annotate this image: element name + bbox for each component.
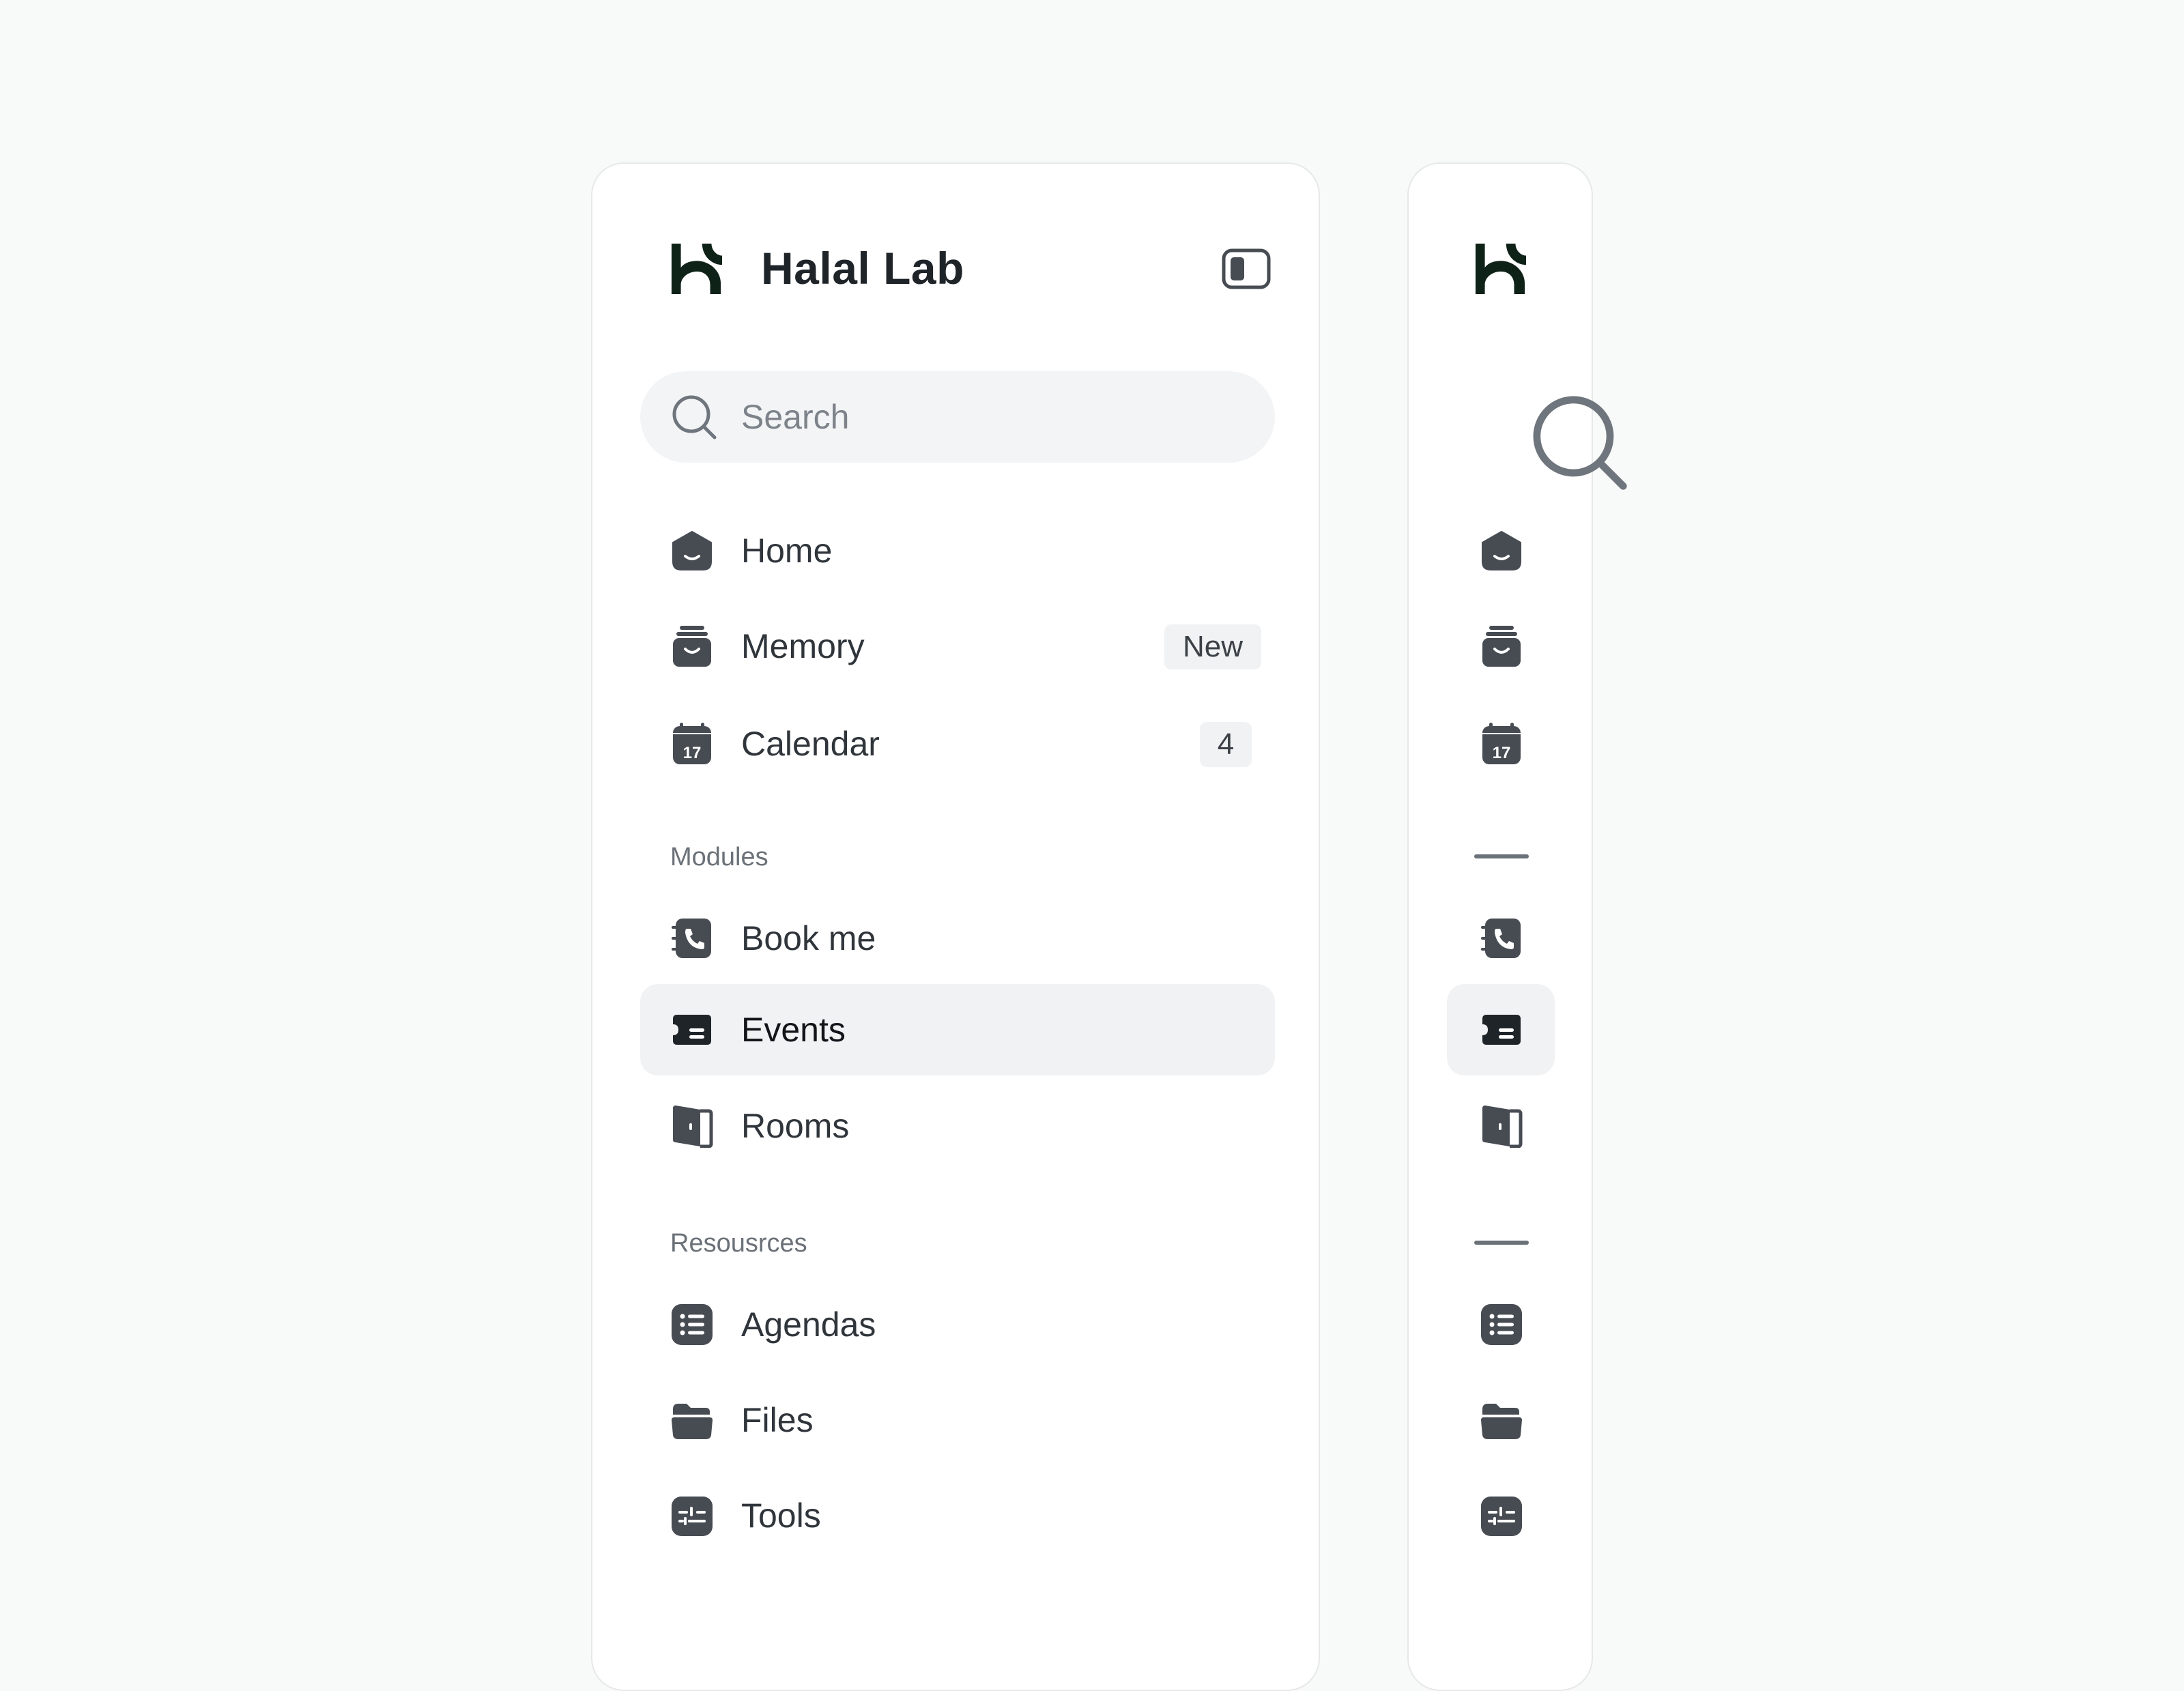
count-badge: 4 — [1200, 722, 1252, 767]
home-icon[interactable] — [1480, 529, 1523, 573]
contact-book-phone-icon[interactable] — [1480, 916, 1523, 960]
nav-item-tools[interactable]: Tools — [640, 1470, 1275, 1561]
sidebar-expanded: Halal Lab Home Memory New Calendar 4 Mod… — [591, 162, 1320, 1691]
search-bar[interactable] — [640, 371, 1275, 463]
search-icon[interactable] — [1477, 391, 1525, 439]
nav-item-calendar[interactable]: Calendar 4 — [640, 698, 1275, 790]
section-divider — [1474, 854, 1529, 858]
sidebar-collapsed — [1407, 162, 1593, 1691]
door-icon — [670, 1104, 714, 1148]
section-label-resources: Resousrces — [670, 1229, 807, 1258]
nav-item-book-me[interactable]: Book me — [640, 893, 1275, 984]
list-icon — [670, 1303, 714, 1346]
toolbox-icon[interactable] — [1480, 1494, 1523, 1537]
app-title: Halal Lab — [761, 243, 964, 293]
search-icon — [670, 393, 718, 441]
archive-box-icon — [670, 624, 714, 668]
nav-item-memory[interactable]: Memory New — [640, 601, 1275, 692]
new-badge: New — [1164, 624, 1261, 669]
folder-icon — [670, 1398, 714, 1442]
nav-item-home[interactable]: Home — [640, 505, 1275, 596]
section-label-modules: Modules — [670, 843, 768, 871]
toolbox-icon — [670, 1494, 714, 1537]
nav-item-events[interactable]: Events — [640, 984, 1275, 1075]
list-icon[interactable] — [1480, 1303, 1523, 1346]
search-input[interactable] — [741, 371, 1246, 463]
halal-lab-logo-icon[interactable] — [670, 243, 723, 295]
home-icon — [670, 529, 714, 573]
nav-item-files[interactable]: Files — [640, 1374, 1275, 1466]
ticket-icon[interactable] — [1480, 1008, 1523, 1052]
nav-item-label: Agendas — [741, 1305, 876, 1344]
halal-lab-logo-icon[interactable] — [1474, 243, 1527, 295]
nav-item-label: Events — [741, 1011, 846, 1049]
nav-item-label: Memory — [741, 627, 865, 665]
nav-item-agendas[interactable]: Agendas — [640, 1279, 1275, 1370]
door-icon[interactable] — [1480, 1104, 1523, 1148]
section-divider — [1474, 1241, 1529, 1245]
nav-item-label: Home — [741, 532, 833, 570]
nav-item-label: Book me — [741, 919, 876, 957]
calendar-icon[interactable] — [1480, 722, 1523, 766]
folder-icon[interactable] — [1480, 1398, 1523, 1442]
nav-item-label: Tools — [741, 1497, 821, 1535]
nav-item-label: Files — [741, 1401, 814, 1439]
contact-book-phone-icon — [670, 916, 714, 960]
calendar-icon — [670, 722, 714, 766]
ticket-icon — [670, 1008, 714, 1052]
archive-box-icon[interactable] — [1480, 624, 1523, 668]
sidebar-toggle-icon[interactable] — [1222, 248, 1271, 289]
nav-item-rooms[interactable]: Rooms — [640, 1080, 1275, 1172]
nav-item-label: Rooms — [741, 1107, 850, 1145]
nav-item-label: Calendar — [741, 725, 880, 763]
